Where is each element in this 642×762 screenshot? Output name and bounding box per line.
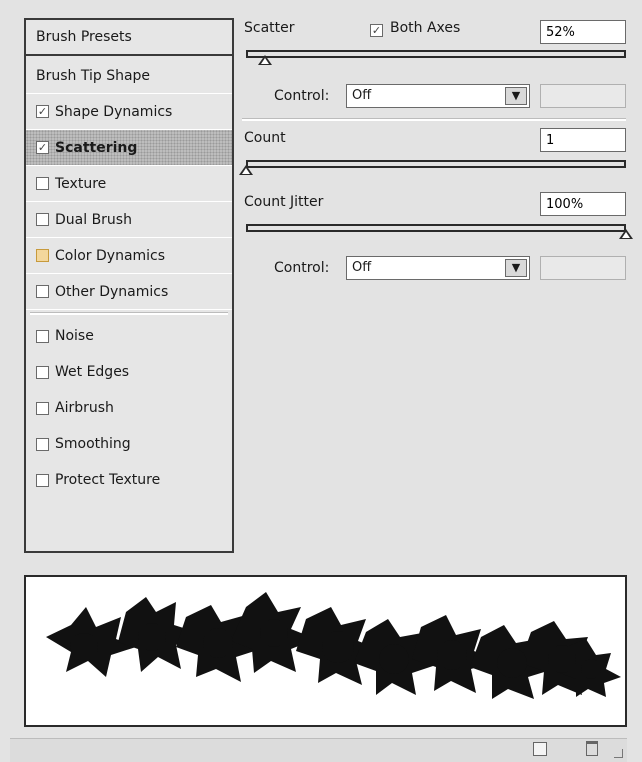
scatter-control-label: Control:	[274, 88, 330, 104]
texture-checkbox[interactable]	[36, 177, 49, 190]
resize-grip-icon[interactable]	[614, 749, 623, 758]
count-jitter-slider-track[interactable]	[246, 224, 626, 232]
both-axes-label: Both Axes	[390, 20, 461, 36]
panel-status-bar	[10, 738, 627, 762]
color-dynamics-checkbox[interactable]	[36, 249, 49, 262]
count-jitter-value-input[interactable]	[540, 192, 626, 216]
section-divider	[242, 118, 626, 121]
scatter-control-select[interactable]: Off ▼	[346, 84, 530, 108]
noise-label: Noise	[55, 328, 94, 344]
brush-stroke-preview	[24, 575, 627, 727]
chevron-down-icon[interactable]: ▼	[505, 87, 527, 105]
section-divider	[30, 312, 228, 315]
chevron-down-icon[interactable]: ▼	[505, 259, 527, 277]
color-dynamics-label: Color Dynamics	[55, 247, 166, 264]
count-control-select[interactable]: Off ▼	[346, 256, 530, 280]
smoothing-label: Smoothing	[55, 436, 131, 452]
brush-stroke-graphic	[46, 592, 621, 699]
scattering-label: Scattering	[55, 139, 138, 156]
count-slider-thumb[interactable]	[239, 165, 253, 175]
dual-brush-label: Dual Brush	[55, 211, 132, 228]
both-axes-checkbox[interactable]: ✓	[370, 24, 383, 37]
list-item-wet-edges[interactable]: Wet Edges	[26, 354, 232, 390]
shape-dynamics-checkbox[interactable]: ✓	[36, 105, 49, 118]
noise-checkbox[interactable]	[36, 329, 49, 343]
scatter-control-value: Off	[352, 88, 372, 103]
count-slider-track[interactable]	[246, 160, 626, 168]
list-item-other-dynamics[interactable]: Other Dynamics	[26, 274, 232, 310]
scattering-checkbox[interactable]: ✓	[36, 141, 49, 154]
wet-edges-checkbox[interactable]	[36, 365, 49, 379]
list-item-airbrush[interactable]: Airbrush	[26, 390, 232, 426]
list-item-scattering[interactable]: ✓ Scattering	[26, 130, 232, 166]
count-control-fade-field	[540, 256, 626, 280]
list-item-texture[interactable]: Texture	[26, 166, 232, 202]
other-dynamics-label: Other Dynamics	[55, 283, 169, 300]
list-item-noise[interactable]: Noise	[26, 318, 232, 354]
brush-presets-label: Brush Presets	[36, 29, 132, 45]
texture-label: Texture	[55, 175, 107, 192]
scatter-slider-track[interactable]	[246, 50, 626, 58]
trash-icon[interactable]	[586, 741, 598, 756]
airbrush-checkbox[interactable]	[36, 401, 49, 415]
list-item-brush-tip-shape[interactable]: Brush Tip Shape	[26, 58, 232, 94]
protect-texture-checkbox[interactable]	[36, 473, 49, 487]
brush-presets-header[interactable]: Brush Presets	[26, 20, 232, 56]
list-item-protect-texture[interactable]: Protect Texture	[26, 462, 232, 498]
count-control-label: Control:	[274, 260, 330, 276]
scatter-slider-thumb[interactable]	[258, 55, 272, 65]
scatter-control-fade-field	[540, 84, 626, 108]
brush-tip-shape-label: Brush Tip Shape	[36, 67, 151, 84]
list-item-color-dynamics[interactable]: Color Dynamics	[26, 238, 232, 274]
scatter-value-input[interactable]	[540, 20, 626, 44]
brush-settings-list: Brush Presets Brush Tip Shape ✓ Shape Dy…	[24, 18, 234, 553]
count-jitter-label: Count Jitter	[244, 194, 324, 210]
scatter-label: Scatter	[244, 20, 295, 36]
list-item-smoothing[interactable]: Smoothing	[26, 426, 232, 462]
count-value-input[interactable]	[540, 128, 626, 152]
count-control-value: Off	[352, 260, 372, 275]
shape-dynamics-label: Shape Dynamics	[55, 103, 173, 120]
count-jitter-slider-thumb[interactable]	[619, 229, 633, 239]
smoothing-checkbox[interactable]	[36, 437, 49, 451]
count-label: Count	[244, 130, 286, 146]
other-dynamics-checkbox[interactable]	[36, 285, 49, 298]
airbrush-label: Airbrush	[55, 400, 114, 416]
protect-texture-label: Protect Texture	[55, 472, 161, 488]
dual-brush-checkbox[interactable]	[36, 213, 49, 226]
list-item-shape-dynamics[interactable]: ✓ Shape Dynamics	[26, 94, 232, 130]
new-preset-icon[interactable]	[533, 742, 547, 756]
list-item-dual-brush[interactable]: Dual Brush	[26, 202, 232, 238]
wet-edges-label: Wet Edges	[55, 364, 130, 380]
